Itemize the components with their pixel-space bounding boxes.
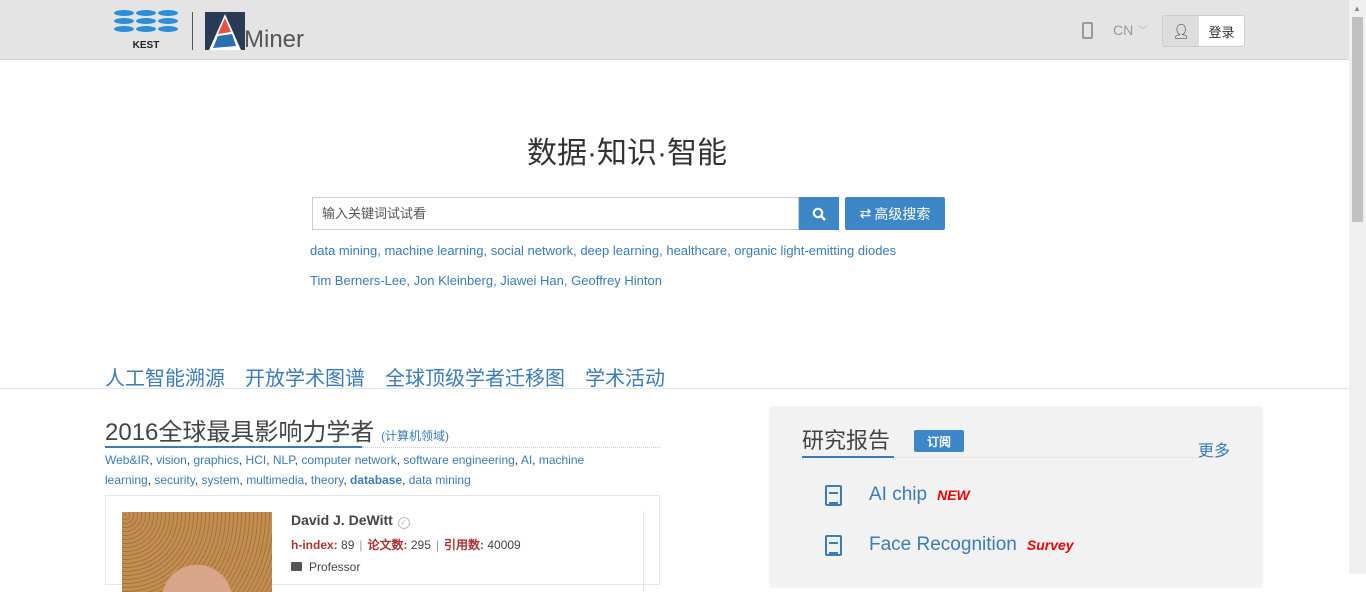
nav-scholar-migration[interactable]: 全球顶级学者迁移图 bbox=[385, 362, 565, 391]
hot-topic-link[interactable]: social network bbox=[491, 243, 573, 258]
hot-person-link[interactable]: Jon Kleinberg bbox=[414, 273, 494, 288]
topic-link[interactable]: Web&IR bbox=[105, 453, 149, 467]
kest-logo[interactable]: KEST bbox=[110, 8, 182, 52]
scholar-stats: h-index: 89 | 论文数: 295 | 引用数: 40009 bbox=[291, 538, 521, 552]
topic-link[interactable]: multimedia bbox=[246, 473, 304, 487]
scroll-up-icon[interactable]: ▲ bbox=[1353, 4, 1361, 13]
hot-people: Tim Berners-Lee, Jon Kleinberg, Jiawei H… bbox=[310, 273, 662, 288]
topic-link[interactable]: HCI bbox=[246, 453, 267, 467]
hot-topic-link[interactable]: healthcare bbox=[666, 243, 727, 258]
hot-topic-link[interactable]: deep learning bbox=[580, 243, 659, 258]
hindex-label: h-index: bbox=[291, 538, 338, 552]
briefcase-icon bbox=[291, 562, 302, 571]
topic-link[interactable]: security bbox=[154, 473, 194, 487]
scrollbar-thumb[interactable] bbox=[1352, 17, 1363, 222]
topic-link[interactable]: computer network bbox=[301, 453, 396, 467]
hot-person-link[interactable]: Tim Berners-Lee bbox=[310, 273, 406, 288]
hot-person-link[interactable]: Jiawei Han bbox=[500, 273, 564, 288]
document-icon bbox=[825, 534, 842, 556]
refresh-icon: ⇄ bbox=[859, 205, 872, 221]
position-text: Professor bbox=[309, 560, 361, 574]
svg-text:KEST: KEST bbox=[133, 40, 160, 51]
hot-topic-link[interactable]: organic light-emitting diodes bbox=[734, 243, 896, 258]
papers-label: 论文数: bbox=[367, 538, 408, 552]
hot-topic-link[interactable]: data mining bbox=[310, 243, 377, 258]
scholar-name[interactable]: David J. DeWitt ✓ bbox=[291, 512, 410, 529]
search-input[interactable] bbox=[312, 197, 799, 230]
divider bbox=[643, 511, 644, 591]
logo-divider bbox=[192, 12, 193, 50]
report-item[interactable]: Face Recognition Survey bbox=[825, 534, 1074, 556]
scholar-name-text[interactable]: David J. DeWitt bbox=[291, 512, 393, 528]
topic-link[interactable]: system bbox=[202, 473, 240, 487]
document-icon bbox=[825, 484, 842, 506]
chevron-down-icon: ﹀ bbox=[1138, 26, 1148, 37]
topic-link[interactable]: data mining bbox=[409, 473, 471, 487]
topic-link[interactable]: theory bbox=[311, 473, 343, 487]
research-reports-panel: 研究报告 订阅 更多 AI chip NEW Face Recognition Su… bbox=[770, 407, 1262, 587]
title-underline bbox=[802, 456, 894, 458]
scholars-title-text: 2016全球最具影响力学者 bbox=[105, 419, 375, 446]
scholar-card[interactable]: David J. DeWitt ✓ h-index: 89 | 论文数: 295 | 引用… bbox=[105, 495, 660, 592]
user-icon: 👤︎ bbox=[1163, 16, 1199, 46]
report-item[interactable]: AI chip NEW bbox=[825, 484, 970, 506]
mobile-icon[interactable] bbox=[1082, 22, 1093, 39]
citations-value: 40009 bbox=[487, 538, 521, 552]
reports-title: 研究报告 bbox=[802, 428, 891, 453]
aminer-logo-text: Miner bbox=[244, 26, 305, 53]
language-select[interactable]: CN bbox=[1113, 22, 1133, 38]
divider bbox=[894, 457, 1202, 458]
topic-link[interactable]: database bbox=[350, 473, 402, 487]
nav-academic-events[interactable]: 学术活动 bbox=[585, 362, 665, 391]
divider bbox=[0, 388, 1349, 389]
report-title[interactable]: Face Recognition bbox=[869, 534, 1017, 556]
advanced-search-button[interactable]: ⇄ 高级搜索 bbox=[845, 197, 945, 230]
slogan: 数据·知识·智能 bbox=[527, 137, 727, 170]
search-icon bbox=[812, 207, 826, 221]
topic-link[interactable]: graphics bbox=[194, 453, 239, 467]
report-tag: Survey bbox=[1026, 537, 1074, 553]
scholar-topics: Web&IR, vision, graphics, HCI, NLP, comp… bbox=[105, 453, 585, 487]
scholars-title: 2016全球最具影响力学者 (计算机领域) bbox=[105, 412, 449, 447]
citations-label: 引用数: bbox=[444, 538, 484, 552]
scholar-photo[interactable] bbox=[122, 512, 272, 592]
aminer-logo-icon[interactable] bbox=[205, 12, 245, 50]
scholar-position: Professor bbox=[291, 560, 360, 574]
nav-open-academic-graph[interactable]: 开放学术图谱 bbox=[245, 362, 365, 391]
topic-link[interactable]: vision bbox=[156, 453, 187, 467]
hot-topics: data mining, machine learning, social ne… bbox=[310, 243, 897, 258]
nav-ai-origin[interactable]: 人工智能溯源 bbox=[105, 362, 225, 391]
topic-link[interactable]: AI bbox=[521, 453, 532, 467]
hot-person-link[interactable]: Geoffrey Hinton bbox=[571, 273, 662, 288]
report-title[interactable]: AI chip bbox=[869, 484, 927, 506]
login-button[interactable]: 👤︎ 登录 bbox=[1162, 15, 1245, 47]
divider bbox=[362, 447, 660, 448]
hindex-value: 89 bbox=[341, 538, 355, 552]
title-underline bbox=[105, 446, 362, 448]
scrollbar[interactable]: ▲ bbox=[1349, 0, 1366, 574]
topic-link[interactable]: NLP bbox=[273, 453, 295, 467]
papers-value: 295 bbox=[410, 538, 431, 552]
report-tag: NEW bbox=[937, 487, 970, 503]
feature-nav: 人工智能溯源 开放学术图谱 全球顶级学者迁移图 学术活动 bbox=[105, 362, 665, 391]
topic-link[interactable]: software engineering bbox=[403, 453, 514, 467]
search-button[interactable] bbox=[799, 197, 839, 230]
top-header: KEST Miner CN ﹀ 👤︎ 登录 bbox=[0, 0, 1349, 60]
login-label: 登录 bbox=[1208, 24, 1235, 40]
more-link[interactable]: 更多 bbox=[1198, 437, 1230, 461]
advanced-search-label: 高级搜索 bbox=[874, 205, 931, 222]
verified-icon: ✓ bbox=[397, 517, 410, 529]
subscribe-button[interactable]: 订阅 bbox=[914, 430, 964, 452]
scholars-subtitle: (计算机领域) bbox=[381, 429, 450, 443]
hot-topic-link[interactable]: machine learning bbox=[384, 243, 483, 258]
